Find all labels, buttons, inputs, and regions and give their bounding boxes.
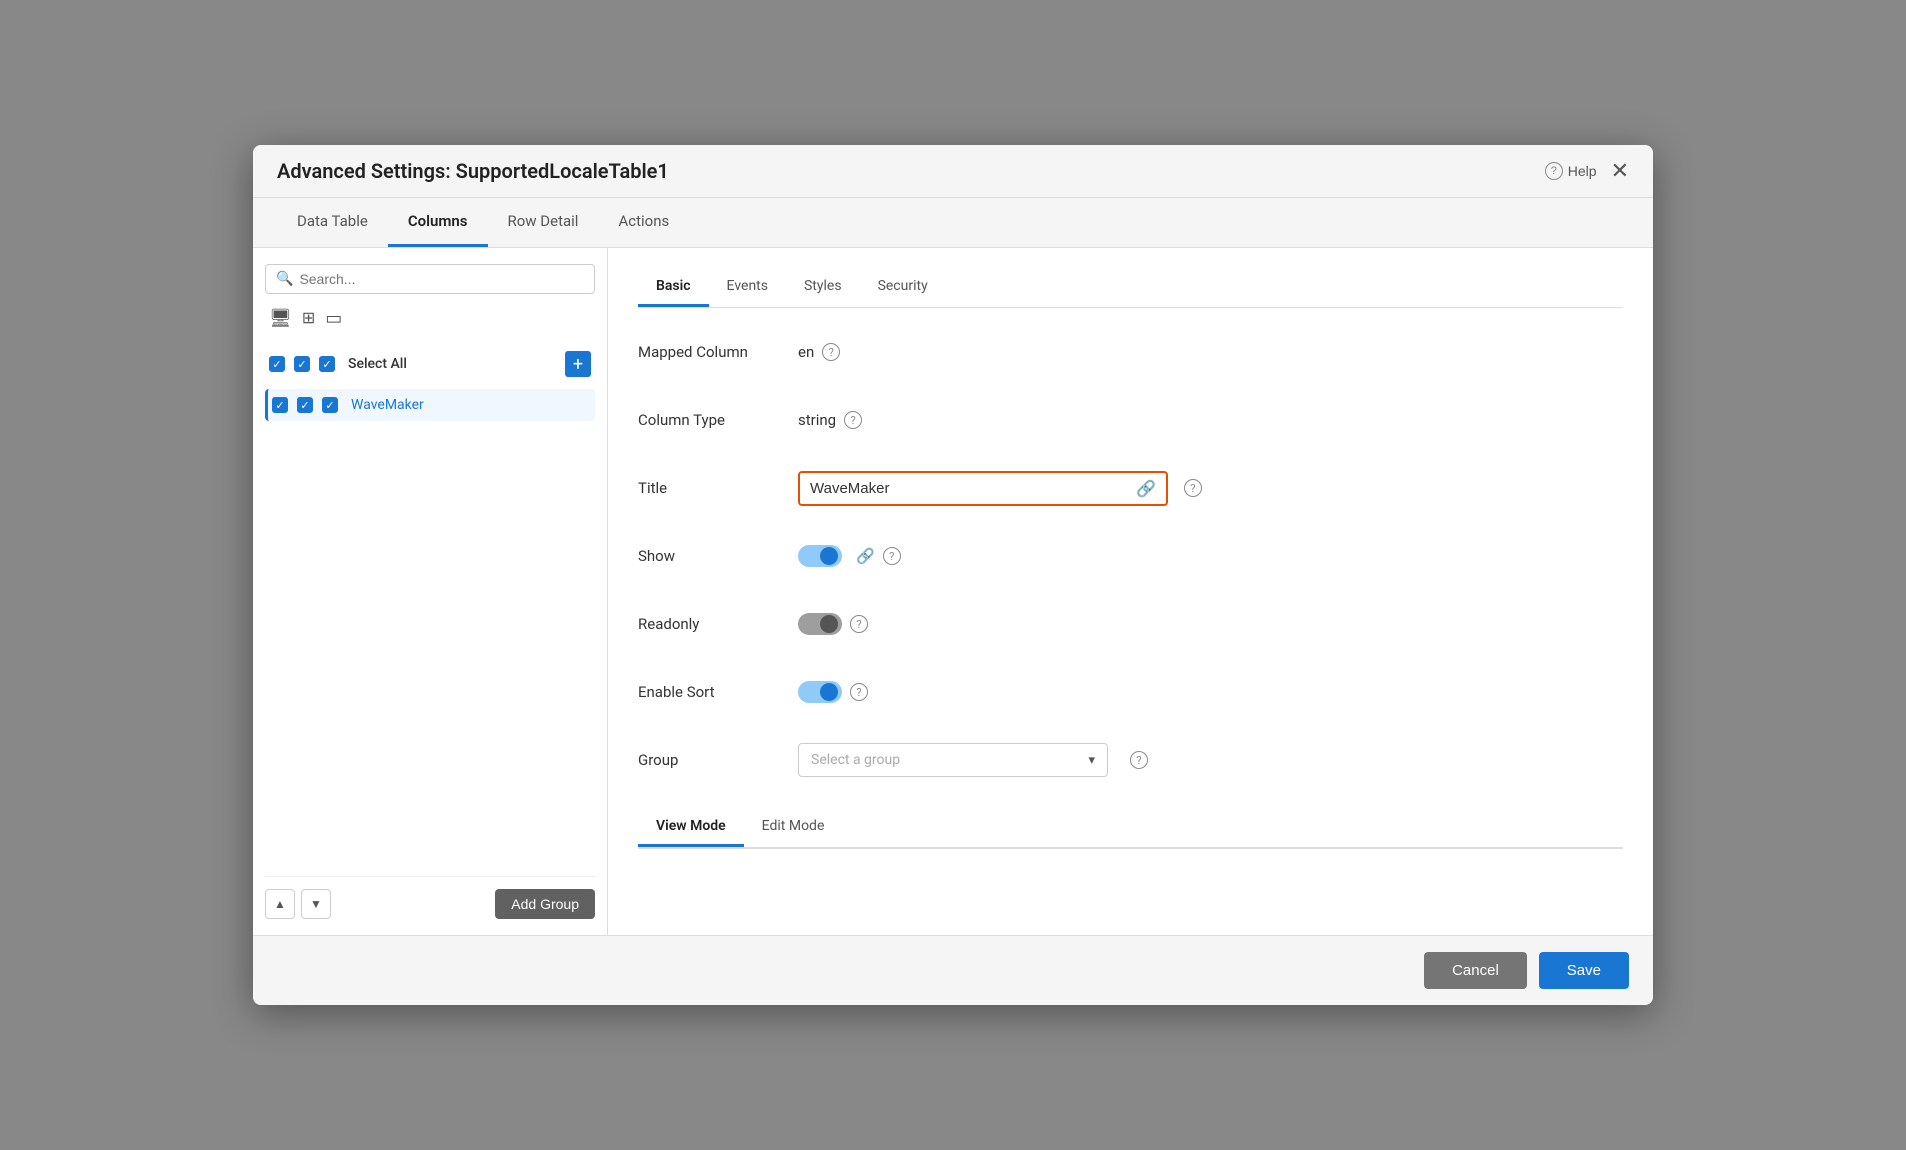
column-type-text: string (798, 411, 836, 429)
mapped-column-info-icon[interactable]: ? (822, 343, 840, 361)
show-value: 🔗 ? (798, 545, 901, 567)
group-label: Group (638, 751, 798, 769)
tab-row-detail[interactable]: Row Detail (488, 198, 599, 247)
checkbox-select-all-1[interactable] (269, 356, 285, 372)
readonly-value: ? (798, 613, 868, 635)
title-info-icon[interactable]: ? (1184, 479, 1202, 497)
tab-data-table[interactable]: Data Table (277, 198, 388, 247)
checkbox-wavemaker-3[interactable] (322, 397, 338, 413)
title-link-icon[interactable]: 🔗 (1136, 479, 1156, 498)
sub-tabs: View Mode Edit Mode (638, 808, 1623, 849)
checkbox-wavemaker-1[interactable] (272, 397, 288, 413)
dialog-header: Advanced Settings: SupportedLocaleTable1… (253, 145, 1653, 198)
enable-sort-label: Enable Sort (638, 683, 798, 701)
sub-tab-view-mode[interactable]: View Mode (638, 808, 744, 847)
checkbox-select-all-2[interactable] (294, 356, 310, 372)
column-type-row: Column Type string ? (638, 400, 1623, 440)
mapped-column-value: en ? (798, 343, 840, 361)
tablet-icon[interactable]: ⊞ (302, 308, 315, 329)
close-button[interactable]: ✕ (1611, 160, 1629, 182)
help-circle-icon: ? (1545, 162, 1563, 180)
left-bottom-controls: ▲ ▼ Add Group (265, 876, 595, 919)
group-dropdown[interactable]: Select a group ▾ (798, 743, 1108, 777)
column-type-info-icon[interactable]: ? (844, 411, 862, 429)
inner-tab-security[interactable]: Security (860, 268, 946, 307)
inner-tab-events[interactable]: Events (709, 268, 786, 307)
column-list: Select All + WaveMaker (265, 343, 595, 868)
mapped-column-text: en (798, 343, 814, 361)
search-input[interactable] (299, 271, 584, 287)
add-group-button[interactable]: Add Group (495, 889, 595, 919)
tab-columns[interactable]: Columns (388, 198, 488, 247)
dialog-title: Advanced Settings: SupportedLocaleTable1 (277, 159, 669, 183)
help-button[interactable]: ? Help (1545, 162, 1597, 180)
help-label: Help (1568, 163, 1597, 179)
group-dropdown-placeholder: Select a group (811, 752, 900, 768)
search-icon: 🔍 (276, 271, 293, 287)
enable-sort-info-icon[interactable]: ? (850, 683, 868, 701)
main-tabs: Data Table Columns Row Detail Actions (253, 198, 1653, 248)
show-label: Show (638, 547, 798, 565)
group-row: Group Select a group ▾ ? (638, 740, 1623, 780)
title-label: Title (638, 479, 798, 497)
search-box: 🔍 (265, 264, 595, 294)
header-right: ? Help ✕ (1545, 160, 1629, 182)
checkbox-wavemaker-2[interactable] (297, 397, 313, 413)
add-column-button[interactable]: + (565, 351, 591, 377)
title-field-container: 🔗 ? (798, 471, 1202, 506)
enable-sort-row: Enable Sort ? (638, 672, 1623, 712)
wavemaker-label: WaveMaker (351, 397, 591, 413)
move-down-button[interactable]: ▼ (301, 889, 331, 919)
left-panel: 🔍 🖥 ⊞ ▭ Select All + (253, 248, 608, 935)
mapped-column-row: Mapped Column en ? (638, 332, 1623, 372)
column-type-label: Column Type (638, 411, 798, 429)
inner-tab-styles[interactable]: Styles (786, 268, 860, 307)
cancel-button[interactable]: Cancel (1424, 952, 1527, 989)
show-info-icon[interactable]: ? (883, 547, 901, 565)
mapped-column-label: Mapped Column (638, 343, 798, 361)
dialog-body: 🔍 🖥 ⊞ ▭ Select All + (253, 248, 1653, 935)
readonly-toggle[interactable] (798, 613, 842, 635)
select-all-label: Select All (348, 356, 561, 372)
readonly-toggle-thumb (820, 615, 838, 633)
show-toggle[interactable] (798, 545, 842, 567)
enable-sort-toggle[interactable] (798, 681, 842, 703)
readonly-row: Readonly ? (638, 604, 1623, 644)
group-value: Select a group ▾ ? (798, 743, 1148, 777)
wavemaker-row[interactable]: WaveMaker (265, 389, 595, 421)
sub-tab-edit-mode[interactable]: Edit Mode (744, 808, 843, 847)
column-type-value: string ? (798, 411, 862, 429)
tab-actions[interactable]: Actions (598, 198, 689, 247)
enable-sort-toggle-thumb (820, 683, 838, 701)
inner-tabs: Basic Events Styles Security (638, 268, 1623, 308)
title-input[interactable] (810, 480, 1130, 497)
right-panel: Basic Events Styles Security Mapped Colu… (608, 248, 1653, 935)
select-all-row: Select All + (265, 343, 595, 385)
show-link-icon[interactable]: 🔗 (856, 547, 875, 565)
readonly-label: Readonly (638, 615, 798, 633)
show-toggle-thumb (820, 547, 838, 565)
save-button[interactable]: Save (1539, 952, 1629, 989)
desktop-icon[interactable]: 🖥 (269, 308, 292, 329)
title-field-wrap: 🔗 (798, 471, 1168, 506)
enable-sort-value: ? (798, 681, 868, 703)
move-up-button[interactable]: ▲ (265, 889, 295, 919)
inner-tab-basic[interactable]: Basic (638, 268, 709, 307)
advanced-settings-dialog: Advanced Settings: SupportedLocaleTable1… (253, 145, 1653, 1005)
device-icons: 🖥 ⊞ ▭ (265, 308, 595, 329)
mobile-icon[interactable]: ▭ (325, 308, 342, 329)
title-row: Title 🔗 ? (638, 468, 1623, 508)
readonly-info-icon[interactable]: ? (850, 615, 868, 633)
arrow-buttons: ▲ ▼ (265, 889, 331, 919)
checkbox-select-all-3[interactable] (319, 356, 335, 372)
show-row: Show 🔗 ? (638, 536, 1623, 576)
chevron-down-icon: ▾ (1088, 753, 1095, 768)
dialog-footer: Cancel Save (253, 935, 1653, 1005)
group-info-icon[interactable]: ? (1130, 751, 1148, 769)
